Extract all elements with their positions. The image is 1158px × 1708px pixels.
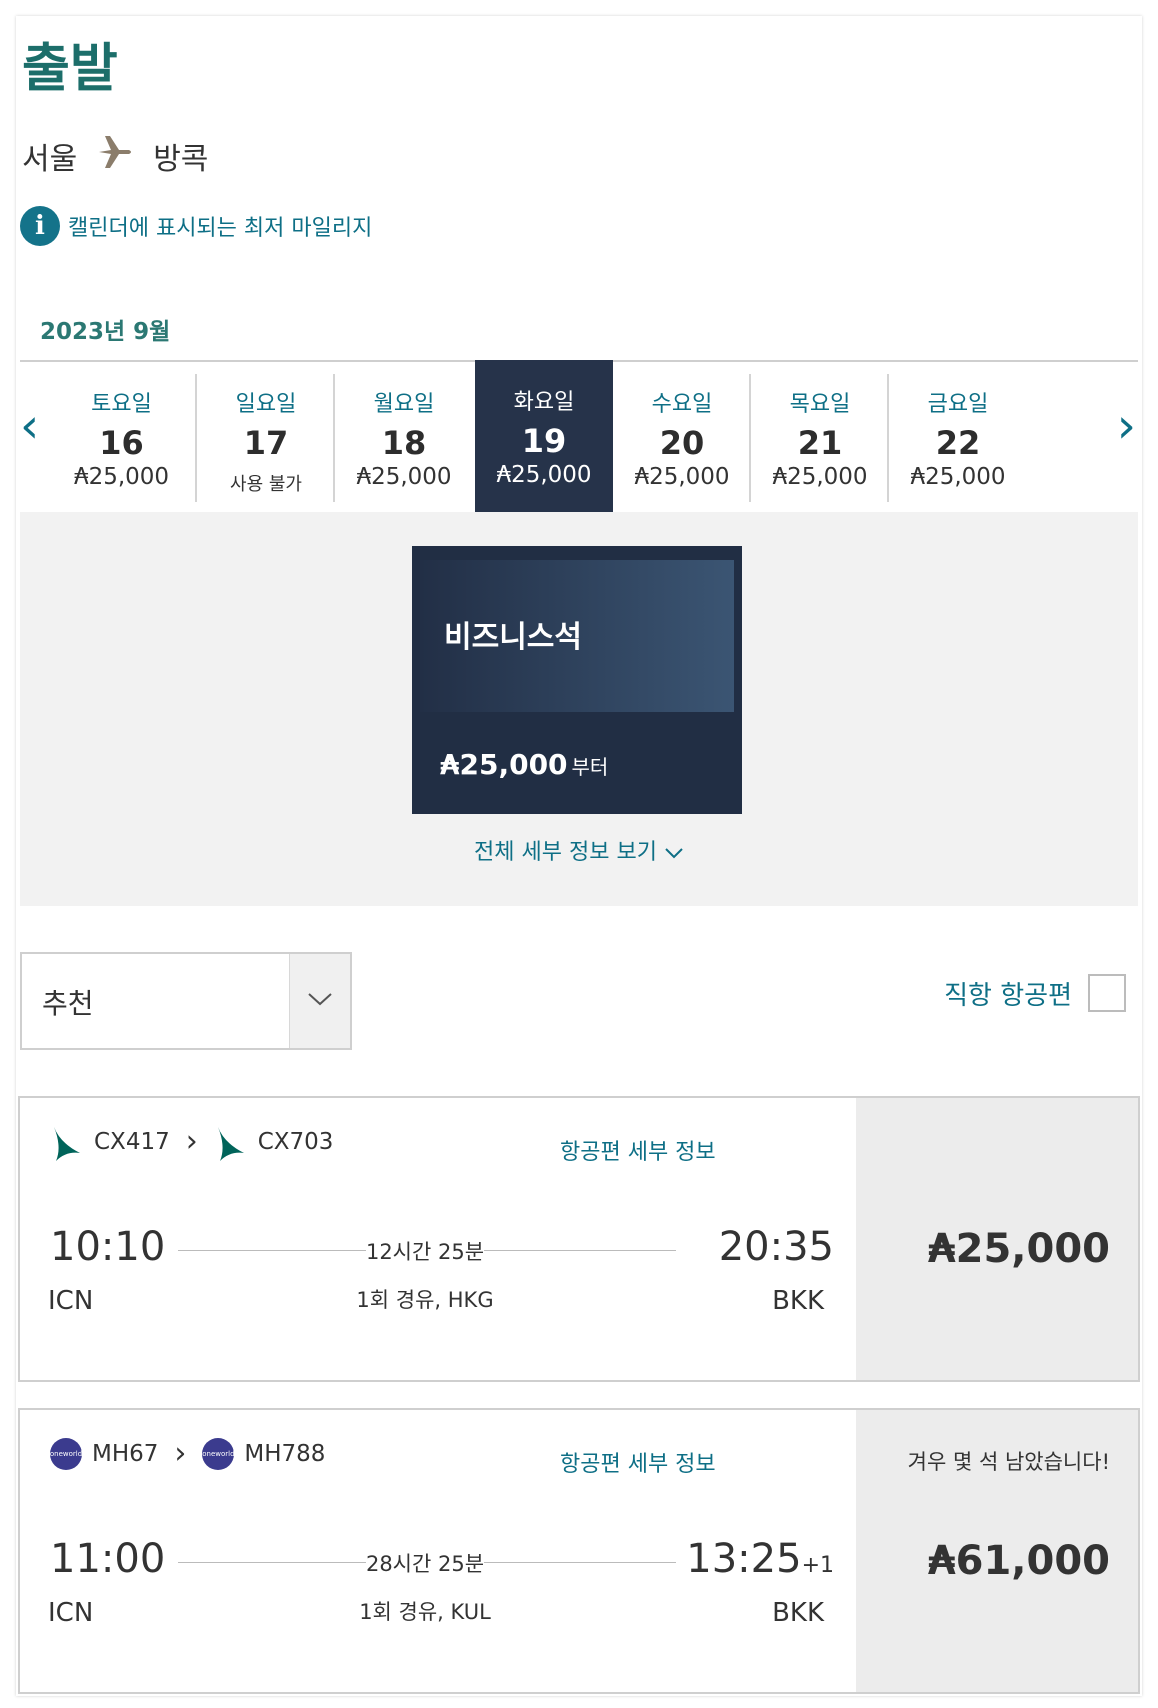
view-all-details-link[interactable]: 전체 세부 정보 보기 [20,834,1138,866]
day-number: 17 [243,424,289,462]
next-dates-chevron-right-icon[interactable]: › [1117,402,1136,450]
day-price: ₳25,000 [73,464,170,490]
route: 서울 방콕 [22,132,208,180]
flight-number: MH788 [244,1440,326,1467]
flight-duration: 12시간 25분 [300,1236,550,1266]
chevron-down-icon [664,840,684,865]
day-price: ₳25,000 [634,464,730,490]
departure-time: 11:00 [50,1536,166,1582]
flight-stops: 1회 경유, KUL [359,1600,491,1624]
info-text: 캘린더에 표시되는 최저 마일리지 [68,216,373,241]
arrival-airport: BKK [772,1598,824,1628]
day-number: 21 [797,424,843,462]
day-number: 20 [659,424,705,462]
cabin-name: 비즈니스석 [444,620,582,655]
calendar-month: 2023년 9월 [40,319,171,345]
page-title: 출발 [22,39,118,99]
day-name: 금요일 [927,392,989,417]
flight-duration-text: 12시간 25분 [365,1240,485,1264]
day-20[interactable]: 수요일 20 ₳25,000 [613,362,751,512]
flight-number: CX703 [257,1128,334,1155]
cabin-card-header: 비즈니스석 [420,560,734,712]
flight-result-main: CX417 › CX703 항공편 세부 정보 10:10 ICN 12시간 2… [20,1098,856,1380]
arrival-time: 13:25+1 [686,1536,834,1582]
flight-price: ₳61,000 [927,1538,1110,1584]
airplane-icon [95,132,135,180]
day-16[interactable]: 토요일 16 ₳25,000 [46,362,197,512]
sort-dropdown-button[interactable] [289,954,350,1048]
flight-numbers: CX417 › CX703 [50,1124,334,1161]
cabin-section: 비즈니스석 ₳25,000 부터 전체 세부 정보 보기 [20,512,1138,906]
flight-duration-text: 28시간 25분 [365,1552,485,1576]
sort-select[interactable]: 추천 [20,952,352,1050]
departure-time: 10:10 [50,1224,166,1270]
flight-numbers: oneworld MH67 › oneworld MH788 [50,1436,326,1471]
day-number: 22 [935,424,981,462]
day-18[interactable]: 월요일 18 ₳25,000 [335,362,473,512]
day-price: ₳25,000 [910,464,1006,490]
nonstop-label: 직항 항공편 [944,980,1072,1011]
nonstop-checkbox[interactable] [1088,974,1126,1012]
sort-value: 추천 [42,987,94,1020]
availability-note: 겨우 몇 석 남았습니다! [907,1450,1110,1474]
flight-result[interactable]: CX417 › CX703 항공편 세부 정보 10:10 ICN 12시간 2… [18,1096,1140,1382]
flight-result[interactable]: oneworld MH67 › oneworld MH788 항공편 세부 정보… [18,1408,1140,1694]
arrival-time-value: 20:35 [718,1224,834,1270]
day-number: 18 [381,424,427,462]
lowest-miles-info: i 캘린더에 표시되는 최저 마일리지 [20,206,372,246]
arrival-time-value: 13:25 [686,1536,802,1582]
oneworld-logo-icon: oneworld [50,1437,82,1470]
cathay-pacific-logo-icon [50,1125,84,1161]
page: 출발 서울 방콕 i 캘린더에 표시되는 최저 마일리지 2023년 9월 ‹ … [16,16,1142,1696]
cabin-price-value: ₳25,000 [440,748,568,781]
day-unavailable: 사용 불가 [230,474,302,495]
flight-number: MH67 [92,1440,159,1467]
connection-chevron-right-icon: › [185,1124,198,1159]
arrival-airport: BKK [772,1286,824,1316]
destination-city: 방콕 [153,142,209,177]
day-price: ₳25,000 [772,464,868,490]
view-all-details-label: 전체 세부 정보 보기 [474,840,657,865]
cabin-price: ₳25,000 부터 [440,748,608,781]
flight-price: ₳25,000 [927,1226,1110,1272]
day-name: 토요일 [91,392,152,417]
arrival-time: 20:35 [719,1224,834,1270]
flight-details-link[interactable]: 항공편 세부 정보 [560,1446,716,1478]
nonstop-filter: 직항 항공편 [944,974,1126,1012]
cabin-from-label: 부터 [571,755,609,779]
day-name: 화요일 [513,390,575,415]
connection-chevron-right-icon: › [174,1436,187,1471]
flight-price-panel[interactable]: 겨우 몇 석 남았습니다! ₳61,000 [856,1410,1138,1692]
day-19-selected[interactable]: 화요일 19 ₳25,000 [475,360,613,514]
day-price: ₳25,000 [356,464,452,490]
day-name: 일요일 [235,392,297,417]
day-name: 월요일 [373,392,435,417]
oneworld-logo-icon: oneworld [202,1437,235,1470]
day-17[interactable]: 일요일 17 사용 불가 [197,362,335,512]
date-strip: ‹ 토요일 16 ₳25,000 일요일 17 사용 불가 월요일 18 ₳25… [20,360,1138,516]
arrival-day-offset: +1 [801,1553,834,1578]
flight-result-main: oneworld MH67 › oneworld MH788 항공편 세부 정보… [20,1410,856,1692]
flight-price-panel[interactable]: ₳25,000 [856,1098,1138,1380]
flight-stops: 1회 경유, HKG [356,1288,494,1312]
day-price: ₳25,000 [496,462,592,488]
origin-city: 서울 [22,142,78,177]
business-cabin-card[interactable]: 비즈니스석 ₳25,000 부터 [412,546,742,814]
day-21[interactable]: 목요일 21 ₳25,000 [751,362,889,512]
flight-number: CX417 [94,1128,170,1155]
cathay-pacific-logo-icon [214,1125,248,1161]
day-22[interactable]: 금요일 22 ₳25,000 [889,362,1027,512]
prev-dates-chevron-left-icon[interactable]: ‹ [20,402,39,450]
departure-airport: ICN [48,1286,94,1316]
flight-details-link[interactable]: 항공편 세부 정보 [560,1134,716,1166]
day-name: 수요일 [651,392,713,417]
info-icon: i [20,206,60,246]
departure-airport: ICN [48,1598,94,1628]
day-number: 16 [99,424,144,462]
day-number: 19 [521,422,567,460]
day-name: 목요일 [789,392,851,417]
chevron-down-icon [306,991,334,1011]
flight-duration: 28시간 25분 [300,1548,550,1578]
